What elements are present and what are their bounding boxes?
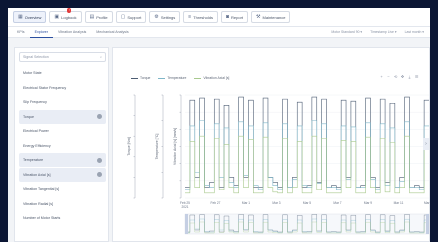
filter-dropdown[interactable]: Last month ▾ bbox=[405, 30, 424, 34]
x-tick-label: Feb 27 bbox=[211, 201, 221, 205]
app-window: ▦ Overview ▣ Logbook! ▤ Profile ▢ Support ⚙ Setti… bbox=[8, 8, 430, 242]
selected-indicator-icon[interactable] bbox=[97, 172, 102, 177]
chat-icon: ▢ bbox=[120, 13, 126, 20]
signal-label: Number of Motor Starts bbox=[23, 216, 61, 220]
signal-label: Motor State bbox=[23, 71, 42, 75]
signal-item[interactable]: Vibration Radial [s] bbox=[19, 197, 106, 211]
notification-badge: ! bbox=[67, 8, 72, 13]
nav-tab-label: Thresholds bbox=[193, 14, 213, 20]
signal-item[interactable]: Torque bbox=[19, 109, 106, 124]
signal-label: Vibration Axial [s] bbox=[23, 172, 51, 177]
search-placeholder: Signal Selection bbox=[23, 55, 49, 59]
grid-icon: ▦ bbox=[18, 13, 23, 20]
nav-tab-maintenance[interactable]: ⚒ Maintenance bbox=[251, 11, 291, 23]
nav-tab-report[interactable]: ◙ Report bbox=[220, 11, 249, 23]
nav-tab-thresholds[interactable]: ≡ Thresholds bbox=[183, 11, 218, 23]
series-line-2[interactable] bbox=[185, 135, 429, 194]
nav-tab-settings[interactable]: ⚙ Settings bbox=[149, 11, 181, 23]
subtab-group: KPIs Explorer Vibration Analysis Mechanical… bbox=[12, 27, 134, 38]
signal-sidebar: Signal Selection ⌕ Motor State Electrical… bbox=[14, 47, 109, 242]
signal-label: Electrical Stator Frequency bbox=[23, 85, 67, 90]
nav-tab-label: Maintenance bbox=[262, 14, 286, 20]
book-icon: ▣ bbox=[54, 13, 60, 20]
navigator-handle-left[interactable] bbox=[185, 214, 188, 234]
x-tick-year: 2021 bbox=[181, 205, 188, 209]
nav-tab-logbook[interactable]: ▣ Logbook! bbox=[49, 8, 82, 23]
signal-item[interactable]: Energy Efficiency bbox=[19, 139, 106, 153]
x-tick-label: Mar 11 bbox=[394, 201, 404, 205]
sliders-icon: ≡ bbox=[188, 13, 192, 20]
filter-dropdowns: Motor Standard 90 ▾ Timestamp Live ▾ Last … bbox=[331, 30, 430, 34]
x-tick-label: Mar 9 bbox=[364, 201, 372, 205]
signal-item[interactable]: Vibration Axial [s] bbox=[19, 167, 106, 182]
id-card-icon: ▤ bbox=[89, 13, 95, 20]
x-tick-label: Mar 7 bbox=[333, 201, 341, 205]
nav-tab-label: Profile bbox=[96, 14, 108, 20]
top-navigation: ▦ Overview ▣ Logbook! ▤ Profile ▢ Support ⚙ Setti… bbox=[8, 8, 430, 27]
signal-item[interactable]: Slip Frequency bbox=[19, 95, 106, 109]
subtab-kpis[interactable]: KPIs bbox=[12, 27, 30, 38]
signal-item[interactable]: Number of Motor Starts bbox=[19, 211, 106, 225]
subtab-explorer[interactable]: Explorer bbox=[29, 27, 53, 38]
selected-indicator-icon[interactable] bbox=[97, 114, 102, 119]
camera-icon: ◙ bbox=[225, 13, 230, 20]
search-icon: ⌕ bbox=[99, 55, 102, 59]
signal-label: Temperature bbox=[23, 158, 44, 162]
filter-dropdown[interactable]: Timestamp Live ▾ bbox=[370, 30, 396, 34]
wrench-icon: ⚒ bbox=[256, 13, 261, 20]
y-axis-label: Vibration Axial [s] [mm/s] bbox=[173, 128, 177, 165]
line-chart[interactable]: Torque [Nm] Temperature [°C] Vibration Axi… bbox=[113, 48, 430, 242]
signal-item[interactable]: Motor State bbox=[19, 66, 106, 80]
signal-label: Torque bbox=[23, 114, 34, 119]
nav-tab-overview[interactable]: ▦ Overview bbox=[13, 11, 47, 23]
selected-indicator-icon[interactable] bbox=[97, 157, 102, 163]
nav-tab-label: Settings bbox=[160, 14, 176, 20]
nav-tab-label: Overview bbox=[24, 14, 42, 20]
gear-icon: ⚙ bbox=[154, 13, 159, 20]
signal-label: Vibration Tangential [s] bbox=[23, 187, 60, 191]
x-tick-label: Mar 1 bbox=[242, 201, 250, 205]
series-line-1[interactable] bbox=[185, 120, 429, 191]
navigator-strip[interactable] bbox=[184, 213, 430, 235]
signal-label: Vibration Radial [s] bbox=[23, 201, 54, 206]
nav-tab-label: Report bbox=[231, 14, 244, 20]
filter-dropdown[interactable]: Motor Standard 90 ▾ bbox=[331, 30, 362, 34]
nav-tab-label: Logbook bbox=[61, 14, 77, 20]
x-tick-label: Mar 5 bbox=[303, 201, 311, 205]
chevron-right-icon[interactable]: › bbox=[423, 138, 429, 150]
signal-label: Electrical Power bbox=[23, 129, 49, 133]
subtab-mechanical-analysis[interactable]: Mechanical Analysis bbox=[91, 27, 133, 38]
signal-label: Energy Efficiency bbox=[23, 143, 51, 148]
signal-item[interactable]: Electrical Power bbox=[19, 124, 106, 138]
signal-item[interactable]: Electrical Stator Frequency bbox=[19, 81, 106, 95]
signal-label: Slip Frequency bbox=[23, 100, 47, 104]
x-tick-label: Mar 13 bbox=[424, 201, 430, 205]
navigator-handle-right[interactable] bbox=[426, 214, 429, 234]
chart-panel: Torque Temperature Vibration Axial [s] + − ⟲… bbox=[112, 47, 430, 242]
sub-navigation: KPIs Explorer Vibration Analysis Mechanical… bbox=[8, 27, 430, 38]
signal-search-input[interactable]: Signal Selection ⌕ bbox=[19, 52, 106, 62]
nav-tab-label: Support bbox=[127, 14, 142, 20]
signal-list: Motor State Electrical Stator Frequency Sl… bbox=[19, 66, 106, 226]
signal-item[interactable]: Vibration Tangential [s] bbox=[19, 182, 106, 196]
y-axis-label: Torque [Nm] bbox=[127, 137, 131, 156]
x-tick-label: Mar 3 bbox=[272, 201, 280, 205]
nav-tab-profile[interactable]: ▤ Profile bbox=[84, 11, 113, 23]
y-axis-label: Temperature [°C] bbox=[155, 134, 159, 160]
subtab-vibration-analysis[interactable]: Vibration Analysis bbox=[53, 27, 91, 38]
nav-tab-support[interactable]: ▢ Support bbox=[115, 11, 147, 23]
signal-item[interactable]: Temperature bbox=[19, 153, 106, 167]
